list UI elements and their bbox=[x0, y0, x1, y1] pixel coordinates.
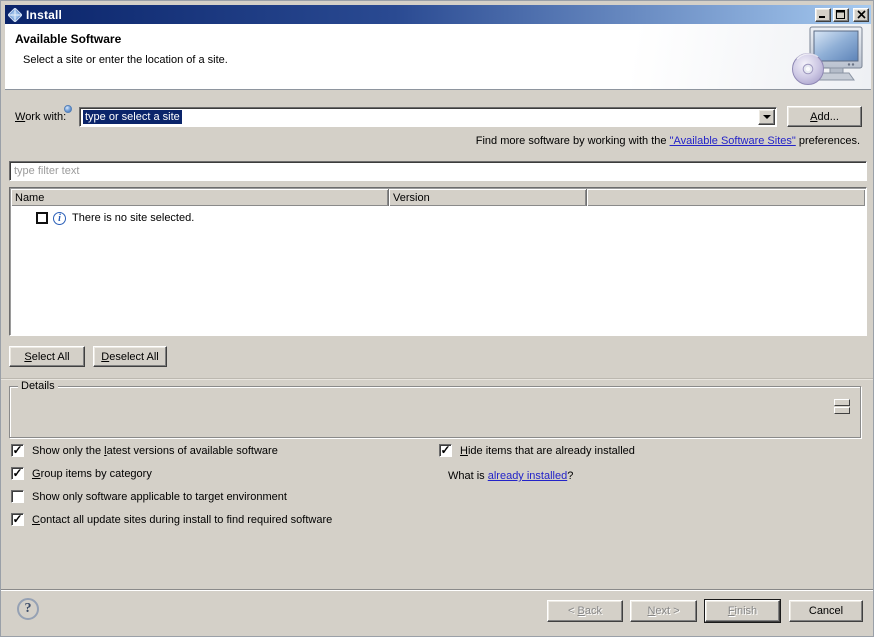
maximize-icon bbox=[836, 10, 846, 19]
titlebar[interactable]: Install bbox=[5, 5, 871, 24]
details-label: Details bbox=[18, 380, 58, 392]
wizard-header: Available Software Select a site or ente… bbox=[5, 24, 871, 90]
deselect-all-button[interactable]: Deselect All bbox=[93, 346, 167, 367]
handle-bar-icon bbox=[834, 399, 850, 406]
work-with-combo[interactable]: type or select a site bbox=[79, 107, 777, 127]
software-table[interactable]: Name Version i There is no site selected… bbox=[9, 187, 867, 336]
option-label: Group items by category bbox=[32, 468, 152, 480]
table-header: Name Version bbox=[11, 189, 865, 206]
minimize-icon bbox=[818, 10, 828, 19]
sash-divider[interactable] bbox=[1, 378, 873, 379]
page-title: Available Software bbox=[15, 32, 121, 46]
find-more-software-hint: Find more software by working with the "… bbox=[476, 135, 860, 147]
next-button[interactable]: Next > bbox=[630, 600, 697, 622]
cancel-button[interactable]: Cancel bbox=[789, 600, 863, 622]
finish-button[interactable]: Finish bbox=[705, 600, 780, 622]
filter-input[interactable] bbox=[9, 161, 867, 181]
hint-prefix: Find more software by working with the bbox=[476, 135, 670, 147]
option-label: Show only software applicable to target … bbox=[32, 491, 287, 503]
option-group-by-category: ✓ Group items by category bbox=[11, 467, 152, 480]
maximize-button[interactable] bbox=[833, 8, 849, 22]
chevron-down-icon bbox=[763, 115, 771, 119]
info-decoration-icon bbox=[64, 105, 72, 113]
install-dialog: Install Available Software Select a site… bbox=[0, 0, 874, 637]
back-button[interactable]: < Back bbox=[547, 600, 623, 622]
checkbox[interactable]: ✓ bbox=[11, 444, 24, 457]
work-with-label: Work with: bbox=[15, 111, 66, 123]
footer-divider bbox=[1, 589, 873, 591]
option-label: Show only the latest versions of availab… bbox=[32, 445, 278, 457]
what-is-installed-text: What is already installed? bbox=[448, 470, 573, 482]
window-title: Install bbox=[26, 8, 62, 22]
table-row[interactable]: i There is no site selected. bbox=[10, 210, 194, 226]
select-all-button[interactable]: Select All bbox=[9, 346, 85, 367]
option-label: Hide items that are already installed bbox=[460, 445, 635, 457]
row-checkbox[interactable] bbox=[36, 212, 48, 224]
handle-bar-icon bbox=[834, 407, 850, 414]
page-subtitle: Select a site or enter the location of a… bbox=[23, 54, 228, 66]
details-resize-handle[interactable] bbox=[834, 399, 850, 414]
checkbox[interactable] bbox=[11, 490, 24, 503]
option-hide-installed: ✓ Hide items that are already installed bbox=[439, 444, 635, 457]
empty-table-message: There is no site selected. bbox=[72, 212, 194, 224]
add-button[interactable]: Add... bbox=[787, 106, 862, 127]
details-content bbox=[16, 395, 836, 433]
install-diamond-icon bbox=[8, 8, 22, 22]
available-software-sites-link[interactable]: "Available Software Sites" bbox=[670, 135, 796, 147]
checkbox[interactable]: ✓ bbox=[11, 467, 24, 480]
details-group: Details bbox=[9, 386, 861, 438]
checkbox[interactable]: ✓ bbox=[11, 513, 24, 526]
option-show-latest-versions: ✓ Show only the latest versions of avail… bbox=[11, 444, 278, 457]
close-icon bbox=[857, 10, 866, 19]
already-installed-link[interactable]: already installed bbox=[488, 470, 568, 482]
option-contact-update-sites: ✓ Contact all update sites during instal… bbox=[11, 513, 332, 526]
checkbox[interactable]: ✓ bbox=[439, 444, 452, 457]
column-header-name[interactable]: Name bbox=[11, 189, 389, 206]
help-button[interactable]: ? bbox=[17, 598, 39, 620]
column-header-version[interactable]: Version bbox=[389, 189, 587, 206]
install-software-monitor-icon bbox=[791, 26, 865, 86]
info-icon: i bbox=[53, 212, 66, 225]
option-applicable-to-target: Show only software applicable to target … bbox=[11, 490, 287, 503]
option-label: Contact all update sites during install … bbox=[32, 514, 332, 526]
work-with-combo-value[interactable]: type or select a site bbox=[83, 110, 182, 124]
minimize-button[interactable] bbox=[815, 8, 831, 22]
work-with-combo-dropdown-button[interactable] bbox=[758, 109, 775, 125]
column-header-blank bbox=[587, 189, 865, 206]
hint-suffix: preferences. bbox=[796, 135, 860, 147]
close-button[interactable] bbox=[853, 8, 869, 22]
